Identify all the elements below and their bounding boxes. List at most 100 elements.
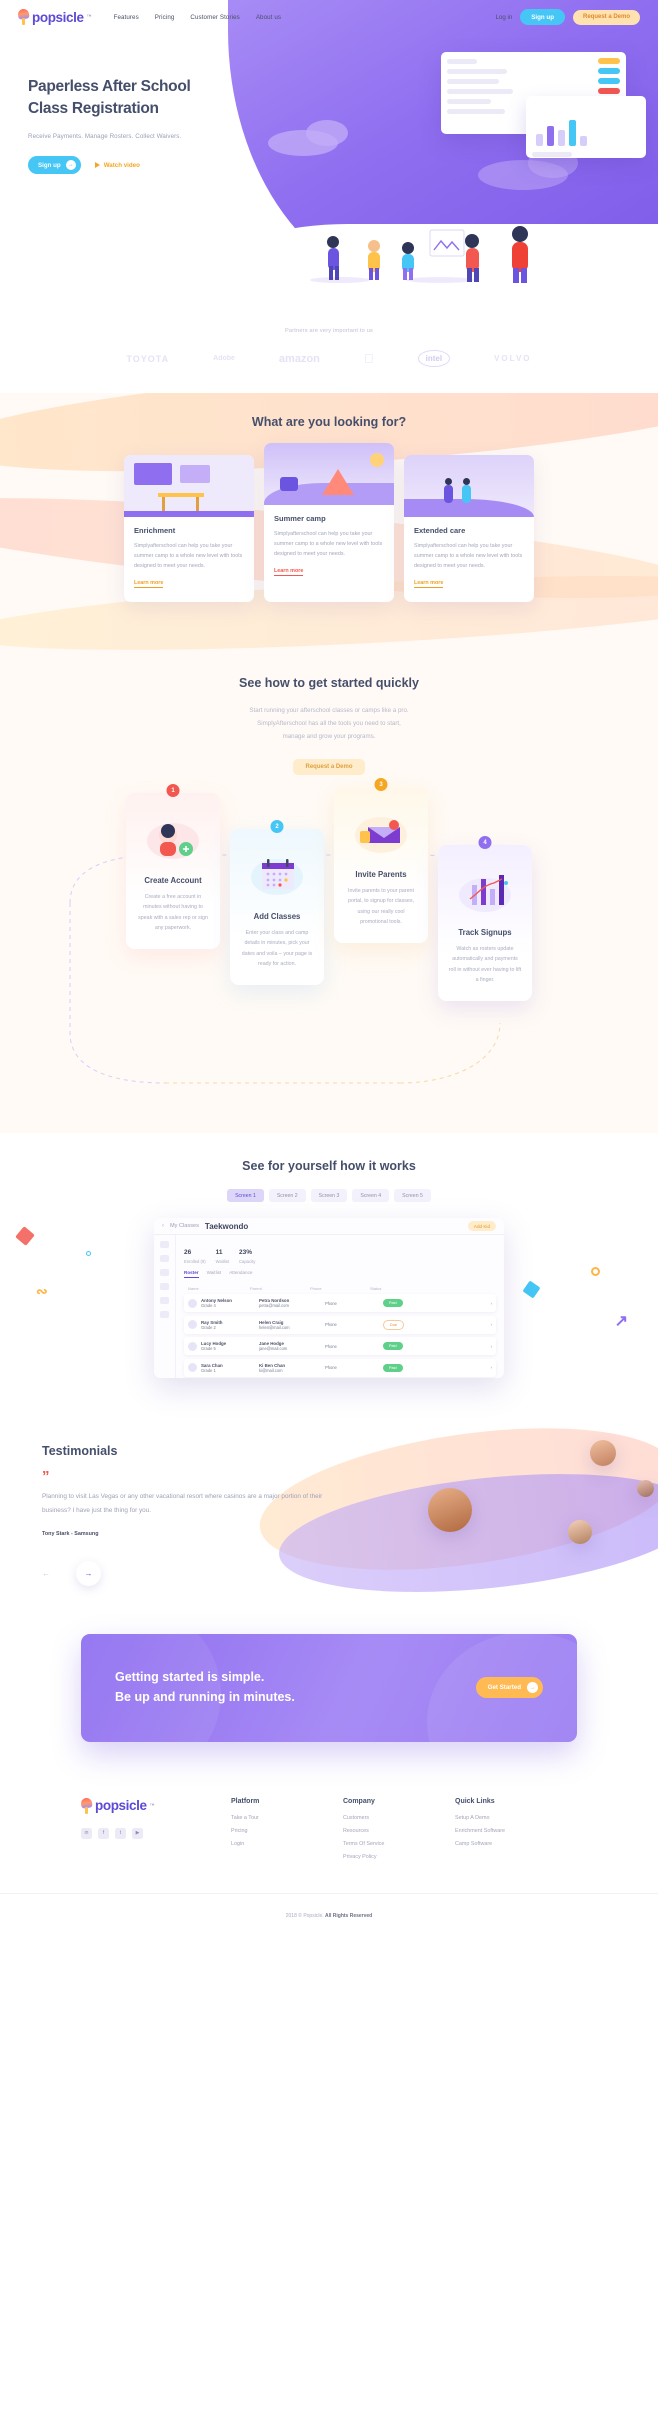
linkedin-icon[interactable]: in — [81, 1827, 92, 1839]
sidebar-icon-settings[interactable] — [160, 1311, 169, 1319]
table-row[interactable]: Ray Smith Grade 2 Helen Craig helen@mail.c… — [184, 1315, 496, 1334]
next-arrow-button[interactable]: → — [76, 1560, 101, 1586]
main-navigation: popsicle ™ Features Pricing Customer Sto… — [0, 0, 658, 34]
footer-heading: Company — [343, 1797, 375, 1805]
step-card-create-account[interactable]: 1 Create Account Create a free account i… — [126, 784, 220, 950]
app-tabs: Roster Waitlist Attendance — [184, 1270, 496, 1279]
nav-item-about-us[interactable]: About us — [256, 14, 281, 21]
add-kid-button[interactable]: Add Kid — [467, 1221, 496, 1232]
row-more-icon[interactable]: › — [491, 1322, 492, 1327]
breadcrumb[interactable]: My Classes — [170, 1223, 199, 1229]
signup-button[interactable]: Sign up — [520, 9, 565, 25]
row-phone: Phone — [325, 1300, 337, 1306]
row-more-icon[interactable]: › — [491, 1301, 492, 1306]
section-title-see: See for yourself how it works — [242, 1159, 416, 1174]
section-title-testimonials: Testimonials — [42, 1444, 118, 1459]
row-more-icon[interactable]: › — [491, 1365, 492, 1370]
sidebar-icon-roster[interactable] — [160, 1269, 169, 1277]
row-parent-sub: petra@mail.com — [259, 1303, 289, 1309]
app-tab-waitlist[interactable]: Waitlist — [207, 1270, 222, 1278]
card-learn-more-link[interactable]: Learn more — [274, 568, 304, 576]
step-description: Create a free account in minutes without… — [138, 894, 208, 932]
stat-waitlist: 11 Waitlist — [216, 1241, 229, 1264]
column-name: Name — [188, 1286, 199, 1292]
row-name-sub: Grade 5 — [201, 1346, 216, 1352]
section-title-started: See how to get started quickly — [239, 676, 419, 690]
card-learn-more-link[interactable]: Learn more — [134, 580, 164, 588]
avatar — [637, 1480, 654, 1498]
nav-item-pricing[interactable]: Pricing — [155, 14, 175, 21]
sidebar-icon-reports[interactable] — [160, 1297, 169, 1305]
stat-value: 11 — [215, 1249, 223, 1257]
nav-item-features[interactable]: Features — [114, 14, 139, 21]
nav-actions: Log in Sign up Request a Demo — [495, 9, 640, 25]
decorative-zigzag: ∾ — [36, 1283, 48, 1300]
card-enrichment[interactable]: Enrichment Simplyafterschool can help yo… — [124, 455, 254, 602]
footer-link-login[interactable]: Login — [231, 1841, 343, 1847]
tab-screen-1[interactable]: Screen 1 — [227, 1189, 264, 1203]
login-link[interactable]: Log in — [495, 14, 512, 21]
youtube-icon[interactable]: ▶ — [132, 1827, 143, 1839]
prev-arrow-icon[interactable]: ← — [42, 1569, 50, 1578]
partners-label: Partners are very important to us — [284, 328, 374, 334]
play-icon — [94, 162, 100, 168]
step-card-add-classes[interactable]: 2 Add Classes Enter your class and camp … — [230, 820, 324, 986]
nav-item-customer-stories[interactable]: Customer Stories — [190, 14, 239, 21]
avatar — [188, 1363, 197, 1373]
footer-logo[interactable]: popsicle ™ — [80, 1796, 209, 1814]
card-image — [264, 443, 394, 505]
hero-section: popsicle ™ Features Pricing Customer Sto… — [0, 0, 658, 290]
sidebar-icon-payments[interactable] — [160, 1283, 169, 1291]
app-tab-attendance[interactable]: Attendance — [229, 1270, 252, 1278]
footer-link-take-a-tour[interactable]: Take a Tour — [231, 1815, 343, 1821]
back-icon[interactable]: ‹ — [162, 1223, 164, 1229]
tab-screen-3[interactable]: Screen 3 — [310, 1189, 348, 1203]
tab-screen-5[interactable]: Screen 5 — [394, 1189, 431, 1203]
watch-video-link[interactable]: Watch video — [94, 162, 140, 169]
sidebar-icon-classes[interactable] — [160, 1255, 169, 1263]
footer-link-enrichment-software[interactable]: Enrichment Software — [455, 1828, 567, 1834]
partner-logo-volvo: VOLVO — [489, 354, 529, 363]
footer-link-pricing[interactable]: Pricing — [231, 1828, 343, 1834]
card-extended-care[interactable]: Extended care Simplyafterschool can help… — [404, 455, 534, 602]
row-more-icon[interactable]: › — [491, 1344, 492, 1349]
footer-link-resources[interactable]: Resources — [343, 1828, 455, 1834]
footer-column-quick-links: Quick Links Setup A Demo Enrichment Soft… — [455, 1798, 567, 1867]
partner-logo-intel: intel — [417, 350, 451, 367]
step-title: Track Signups — [458, 928, 512, 938]
tab-screen-2[interactable]: Screen 2 — [268, 1189, 306, 1203]
category-cards: Enrichment Simplyafterschool can help yo… — [0, 443, 658, 602]
app-screenshot-mock: ‹ My Classes Taekwondo Add Kid 26 Enroll… — [154, 1218, 504, 1379]
facebook-icon[interactable]: f — [98, 1827, 109, 1839]
column-phone: Phone — [310, 1286, 322, 1292]
hero-signup-button[interactable]: Sign up → — [28, 156, 81, 174]
card-learn-more-link[interactable]: Learn more — [414, 580, 444, 588]
request-demo-button[interactable]: Request a Demo — [572, 9, 640, 25]
app-tab-roster[interactable]: Roster — [184, 1270, 199, 1279]
footer-link-terms-of-service[interactable]: Terms Of Service — [343, 1841, 455, 1847]
footer-brand: popsicle ™ in f t ▶ — [80, 1796, 231, 1867]
logo[interactable]: popsicle ™ — [17, 8, 92, 25]
column-status: Status — [370, 1286, 382, 1292]
quote-icon: ” — [42, 1468, 50, 1486]
sidebar-icon-home[interactable] — [160, 1241, 169, 1249]
tab-screen-4[interactable]: Screen 4 — [352, 1189, 390, 1203]
request-demo-button-secondary[interactable]: Request a Demo — [293, 759, 365, 776]
table-row[interactable]: Lucy Hodge Grade 5 Jane Hodge jane@mail.co… — [184, 1337, 496, 1356]
step-card-track-signups[interactable]: 4 Track Signups Watch as rosters update … — [438, 836, 532, 1002]
step-card-invite-parents[interactable]: 3 Invite Parents Invite parents to your … — [334, 778, 428, 944]
footer-link-camp-software[interactable]: Camp Software — [455, 1841, 567, 1847]
row-phone: Phone — [325, 1322, 337, 1328]
steps-wrapper: 1 Create Account Create a free account i… — [0, 778, 658, 1123]
app-body: 26 Enrolled (9) 11 Waitlist 23% Capacity — [154, 1235, 504, 1379]
footer-link-setup-a-demo[interactable]: Setup A Demo — [455, 1815, 567, 1821]
footer-link-privacy-policy[interactable]: Privacy Policy — [343, 1854, 455, 1860]
table-row[interactable]: Sara Chan Grade 1 Ki Ben Chan ki@mail.com … — [184, 1358, 496, 1377]
copyright-strong: All Rights Reserved — [325, 1912, 373, 1919]
twitter-icon[interactable]: t — [115, 1827, 126, 1839]
card-summer-camp[interactable]: Summer camp Simplyafterschool can help y… — [264, 443, 394, 602]
nav-links: Features Pricing Customer Stories About … — [114, 14, 281, 21]
footer-column-platform: Platform Take a Tour Pricing Login — [231, 1798, 343, 1867]
footer-link-customers[interactable]: Customers — [343, 1815, 455, 1821]
table-row[interactable]: Antony Nelson Grade 4 Petra Nordson petra@… — [184, 1294, 496, 1313]
